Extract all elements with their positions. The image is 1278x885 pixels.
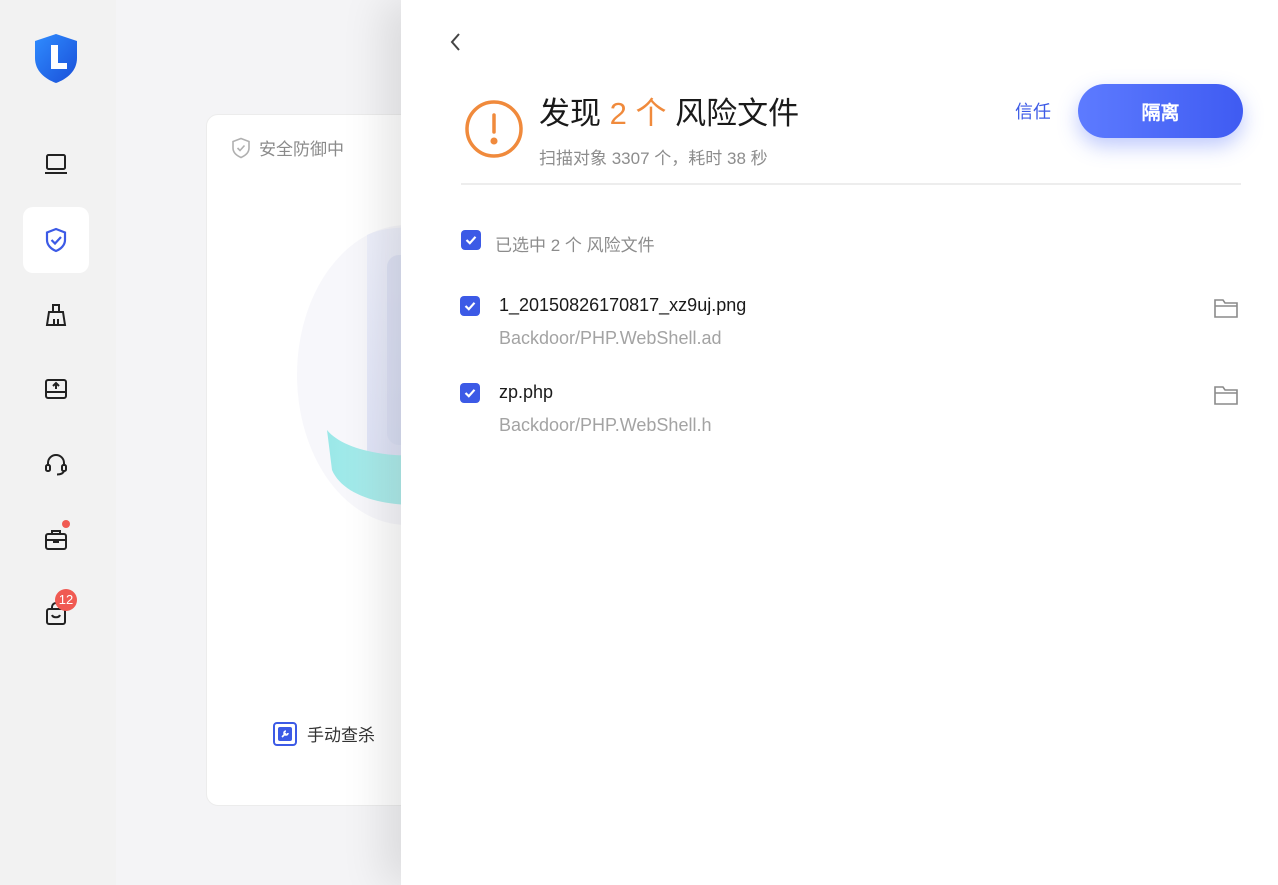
divider	[461, 183, 1241, 185]
select-all-checkbox[interactable]	[461, 230, 481, 250]
threat-name: Backdoor/PHP.WebShell.h	[499, 415, 712, 435]
manual-scan-button[interactable]: 手动查杀	[273, 721, 375, 746]
file-name: 1_20150826170817_xz9uj.png	[499, 295, 747, 315]
laptop-icon	[45, 154, 67, 174]
shield-check-icon	[45, 227, 67, 253]
notification-count-badge: 12	[55, 589, 77, 611]
file-name: zp.php	[499, 382, 554, 402]
protection-status-label: 安全防御中	[259, 140, 344, 159]
select-all-label: 已选中 2 个 风险文件	[495, 236, 655, 255]
folder-icon[interactable]	[1213, 383, 1239, 407]
protection-status: 安全防御中	[231, 135, 344, 160]
checkmark-icon	[465, 236, 477, 245]
headline-prefix: 发现	[539, 96, 601, 131]
risk-count: 2 个	[609, 96, 667, 131]
wrench-icon	[273, 721, 297, 746]
sidebar-item-cleanup[interactable]	[23, 282, 89, 348]
sidebar-item-toolbox[interactable]	[23, 506, 89, 572]
sidebar-item-support[interactable]	[23, 431, 89, 497]
broom-icon	[45, 304, 67, 326]
scan-result-panel: 发现 2 个 风险文件 扫描对象 3307 个，耗时 38 秒 信任 隔离 已选…	[401, 0, 1278, 885]
threat-name: Backdoor/PHP.WebShell.ad	[499, 328, 722, 348]
briefcase-icon	[45, 530, 67, 550]
warning-icon	[465, 100, 523, 158]
sidebar: 12	[0, 0, 116, 885]
file-checkbox[interactable]	[460, 296, 480, 316]
manual-scan-label: 手动查杀	[307, 726, 375, 745]
isolate-button[interactable]: 隔离	[1078, 84, 1243, 138]
upload-drive-icon	[45, 379, 67, 399]
sidebar-item-protection[interactable]	[23, 207, 89, 273]
scan-summary: 扫描对象 3307 个，耗时 38 秒	[539, 149, 768, 168]
sidebar-item-upload[interactable]	[23, 356, 89, 422]
shield-check-icon	[232, 137, 250, 158]
sidebar-item-computer[interactable]	[23, 131, 89, 197]
checkmark-icon	[464, 302, 476, 311]
back-arrow-icon[interactable]	[445, 28, 465, 56]
trust-link[interactable]: 信任	[1015, 98, 1051, 124]
headset-icon	[45, 454, 67, 476]
file-checkbox[interactable]	[460, 383, 480, 403]
notification-dot	[62, 520, 70, 528]
result-headline: 发现 2 个 风险文件	[539, 88, 799, 133]
checkmark-icon	[464, 389, 476, 398]
sidebar-item-store[interactable]: 12	[23, 581, 89, 647]
folder-icon[interactable]	[1213, 296, 1239, 320]
app-logo-icon	[35, 34, 77, 83]
headline-suffix: 风险文件	[675, 96, 800, 131]
